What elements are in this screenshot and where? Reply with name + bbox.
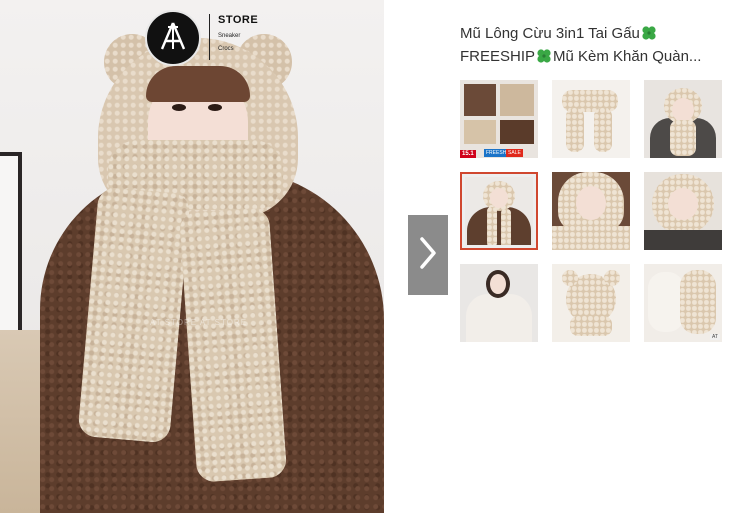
- thumbnail[interactable]: [552, 80, 630, 158]
- clover-icon: [641, 25, 657, 47]
- wall-frame: [0, 152, 22, 342]
- badge-sale: SALE: [506, 149, 523, 157]
- store-logo: [145, 10, 201, 66]
- scarf-tail-right: [178, 207, 288, 483]
- next-image-button[interactable]: [408, 215, 448, 295]
- product-title: Mũ Lông Cừu 3in1 Tai Gấu FREESHIP Mũ Kèm …: [460, 24, 736, 70]
- image-watermark: AT STORE AT STORE: [150, 318, 248, 327]
- badge-sale-date: 15.1: [460, 150, 476, 158]
- store-sub-crocs: Crocs: [218, 46, 234, 52]
- clover-icon: [536, 48, 552, 70]
- title-line-1: Mũ Lông Cừu 3in1 Tai Gấu: [460, 25, 640, 42]
- title-freeship: FREESHIP: [460, 48, 536, 65]
- logo-divider: [209, 14, 210, 60]
- thumbnail-selected[interactable]: [460, 172, 538, 250]
- chevron-right-icon: [417, 235, 439, 276]
- title-line-2: Mũ Kèm Khăn Quàn...: [553, 48, 702, 65]
- at-logo-icon: [156, 19, 190, 58]
- store-sub-sneaker: Sneaker: [218, 33, 241, 39]
- thumbnail[interactable]: [552, 264, 630, 342]
- thumbnail[interactable]: AT: [644, 264, 722, 342]
- thumbnail-tag: AT: [709, 334, 720, 340]
- thumbnail[interactable]: [644, 80, 722, 158]
- thumbnail[interactable]: [552, 172, 630, 250]
- main-product-image[interactable]: AT STORE AT STORE STORE Sneaker Crocs: [0, 0, 384, 513]
- model-eye-left: [172, 104, 186, 111]
- model-bangs: [146, 66, 250, 102]
- thumbnail[interactable]: 15.1 FREESHIP SALE: [460, 80, 538, 158]
- thumbnail[interactable]: [644, 172, 722, 250]
- model-eye-right: [208, 104, 222, 111]
- thumbnail[interactable]: [460, 264, 538, 342]
- store-name: STORE: [218, 14, 259, 26]
